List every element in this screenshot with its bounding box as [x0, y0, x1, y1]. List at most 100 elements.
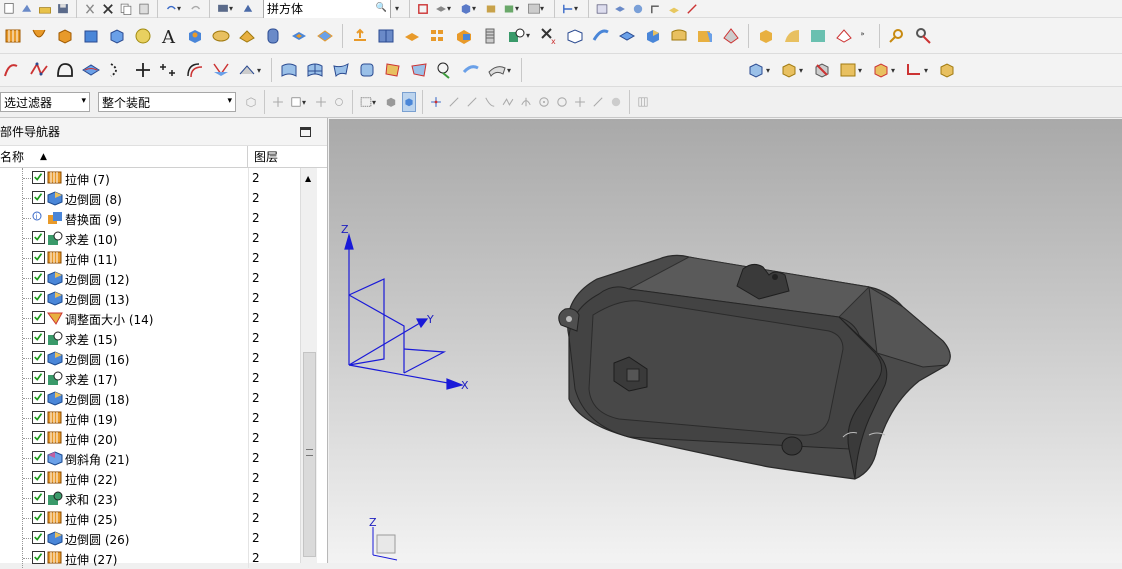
snap-mid-icon[interactable]: [314, 92, 328, 112]
visibility-checkbox[interactable]: [32, 411, 45, 424]
point-on-face-icon[interactable]: [609, 92, 623, 112]
datum-point-icon[interactable]: [506, 26, 526, 46]
feature-row[interactable]: 边倒圆 (26) 2: [0, 528, 300, 548]
feature-row[interactable]: 拉伸 (22) 2: [0, 468, 300, 488]
extrude-tool-icon[interactable]: [3, 26, 23, 46]
snap-point-icon[interactable]: [271, 92, 285, 112]
select-component-icon[interactable]: [244, 92, 258, 112]
snap-icon[interactable]: [416, 0, 430, 19]
snap-center-icon[interactable]: [332, 92, 346, 112]
select-all-icon[interactable]: [384, 92, 398, 112]
feature-row[interactable]: 拉伸 (7) 2: [0, 168, 300, 188]
layer-icon[interactable]: [434, 0, 448, 19]
face-blend-icon[interactable]: [721, 26, 741, 46]
studio-surface-icon[interactable]: [409, 60, 429, 80]
visibility-checkbox[interactable]: [32, 491, 45, 504]
select-body-active-icon[interactable]: [402, 92, 416, 112]
cut-icon[interactable]: [83, 0, 97, 19]
join-curve-icon[interactable]: [237, 60, 257, 80]
graphics-viewport[interactable]: Z Y X Z: [329, 119, 1122, 563]
type-filter-combo[interactable]: 选过滤器 ▾: [0, 92, 90, 112]
sphere-icon[interactable]: [133, 26, 153, 46]
visibility-checkbox[interactable]: [32, 551, 45, 564]
visibility-checkbox[interactable]: [32, 371, 45, 384]
box-icon[interactable]: [484, 0, 498, 19]
existing-point-icon[interactable]: [591, 92, 605, 112]
curve-face-icon[interactable]: [782, 26, 802, 46]
project-curve-icon[interactable]: [107, 60, 127, 80]
more-tools-icon[interactable]: »: [859, 26, 873, 46]
offset-face-icon[interactable]: [617, 26, 637, 46]
book-icon[interactable]: [376, 26, 396, 46]
wcs-icon[interactable]: [904, 60, 924, 80]
copy-icon[interactable]: [119, 0, 133, 19]
emboss-icon[interactable]: [350, 26, 370, 46]
slot-icon[interactable]: [315, 26, 335, 46]
feature-row[interactable]: 拉伸 (20) 2: [0, 428, 300, 448]
hole-icon[interactable]: [185, 26, 205, 46]
feature-row[interactable]: 边倒圆 (18) 2: [0, 388, 300, 408]
vertical-scrollbar[interactable]: ▲: [300, 168, 317, 563]
snap-end-icon[interactable]: [289, 92, 303, 112]
split-body-icon[interactable]: [565, 26, 585, 46]
layers-stack-icon[interactable]: [613, 0, 627, 19]
cube-view-icon[interactable]: [459, 0, 473, 19]
new-file-icon[interactable]: [2, 0, 16, 19]
visibility-checkbox[interactable]: [32, 331, 45, 344]
block-icon[interactable]: [55, 26, 75, 46]
feature-row[interactable]: 倒斜角 (21) 2: [0, 448, 300, 468]
feature-row[interactable]: 拉伸 (27) 2: [0, 548, 300, 568]
tangent-snap-icon[interactable]: [465, 92, 479, 112]
extension-sheet-icon[interactable]: [461, 60, 481, 80]
mesh-face-icon[interactable]: [808, 26, 828, 46]
show-icon[interactable]: [838, 60, 858, 80]
open-folder-icon[interactable]: [38, 0, 52, 19]
rect-select-icon[interactable]: [359, 92, 373, 112]
display-icon[interactable]: [216, 0, 230, 19]
visibility-checkbox[interactable]: [32, 251, 45, 264]
column-header-name[interactable]: 名称 ▲: [0, 145, 248, 168]
visibility-checkbox[interactable]: [32, 511, 45, 524]
thread-icon[interactable]: [480, 26, 500, 46]
corner-icon[interactable]: [649, 0, 663, 19]
visibility-checkbox[interactable]: [32, 231, 45, 244]
pattern-icon[interactable]: [402, 26, 422, 46]
array-icon[interactable]: [428, 26, 448, 46]
feature-row[interactable]: 拉伸 (25) 2: [0, 508, 300, 528]
select-body-icon[interactable]: [241, 0, 255, 19]
feature-row[interactable]: 求和 (23) 2: [0, 488, 300, 508]
part-icon[interactable]: [502, 0, 516, 19]
boss-icon[interactable]: [263, 26, 283, 46]
center-snap-icon[interactable]: [537, 92, 551, 112]
line-snap-icon[interactable]: [447, 92, 461, 112]
visibility-checkbox[interactable]: [32, 311, 45, 324]
blend-icon[interactable]: [643, 26, 663, 46]
visibility-checkbox[interactable]: [32, 431, 45, 444]
grid-snap-icon[interactable]: [636, 92, 650, 112]
n-sided-icon[interactable]: [383, 60, 403, 80]
column-header-layer[interactable]: 图层: [248, 146, 316, 168]
save-icon[interactable]: [56, 0, 70, 19]
visibility-checkbox[interactable]: [32, 531, 45, 544]
draft-icon[interactable]: [669, 26, 689, 46]
visibility-checkbox[interactable]: [32, 351, 45, 364]
feature-row[interactable]: 边倒圆 (13) 2: [0, 288, 300, 308]
chamfer-tool-icon[interactable]: [695, 26, 715, 46]
revolve-icon[interactable]: [29, 26, 49, 46]
housing-model[interactable]: [558, 254, 951, 480]
swept-icon[interactable]: [331, 60, 351, 80]
feature-row[interactable]: 求差 (17) 2: [0, 368, 300, 388]
visibility-checkbox[interactable]: [32, 391, 45, 404]
feature-row[interactable]: 边倒圆 (12) 2: [0, 268, 300, 288]
section-icon[interactable]: [871, 60, 891, 80]
any-snap-icon[interactable]: [429, 92, 443, 112]
curve-on-face-icon[interactable]: [81, 60, 101, 80]
measure-icon[interactable]: [913, 26, 933, 46]
wcs-triad[interactable]: Z Y X: [341, 223, 469, 392]
through-mesh-icon[interactable]: [305, 60, 325, 80]
text-tool-icon[interactable]: A: [159, 26, 179, 46]
sheet-icon[interactable]: [591, 26, 611, 46]
x-form-icon[interactable]: [487, 60, 507, 80]
visibility-checkbox[interactable]: [32, 451, 45, 464]
cube-tool-icon[interactable]: [107, 26, 127, 46]
